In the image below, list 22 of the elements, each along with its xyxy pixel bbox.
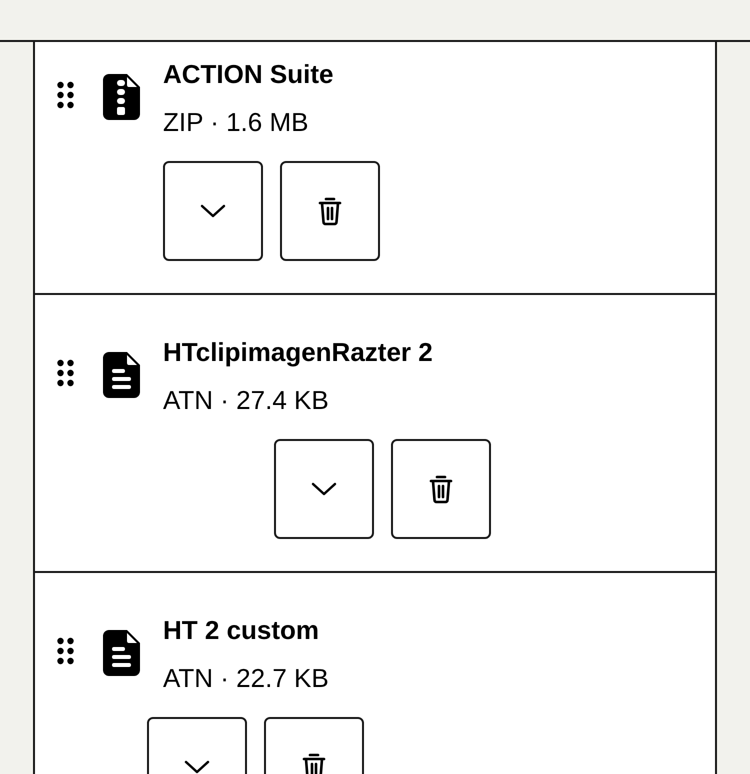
file-details: ATN · 27.4 KB	[163, 384, 330, 417]
file-name: ACTION Suite	[163, 58, 334, 91]
chevron-down-icon	[311, 482, 337, 496]
chevron-down-icon	[184, 760, 210, 774]
expand-button[interactable]	[163, 161, 263, 261]
drag-handle-icon[interactable]	[57, 81, 74, 109]
zip-file-icon	[103, 74, 140, 120]
expand-button[interactable]	[274, 439, 374, 539]
file-name: HT 2 custom	[163, 614, 320, 647]
document-icon	[103, 630, 140, 676]
file-name: HTclipimagenRazter 2	[163, 336, 433, 369]
trash-icon	[318, 196, 342, 226]
trash-icon	[302, 752, 326, 774]
file-details: ZIP · 1.6 MB	[163, 106, 310, 139]
drag-handle-icon[interactable]	[57, 359, 74, 387]
chevron-down-icon	[200, 204, 226, 218]
drag-handle-icon[interactable]	[57, 637, 74, 665]
trash-icon	[429, 474, 453, 504]
delete-button[interactable]	[280, 161, 380, 261]
file-details: ATN · 22.7 KB	[163, 662, 329, 695]
document-icon	[103, 352, 140, 398]
delete-button[interactable]	[391, 439, 491, 539]
